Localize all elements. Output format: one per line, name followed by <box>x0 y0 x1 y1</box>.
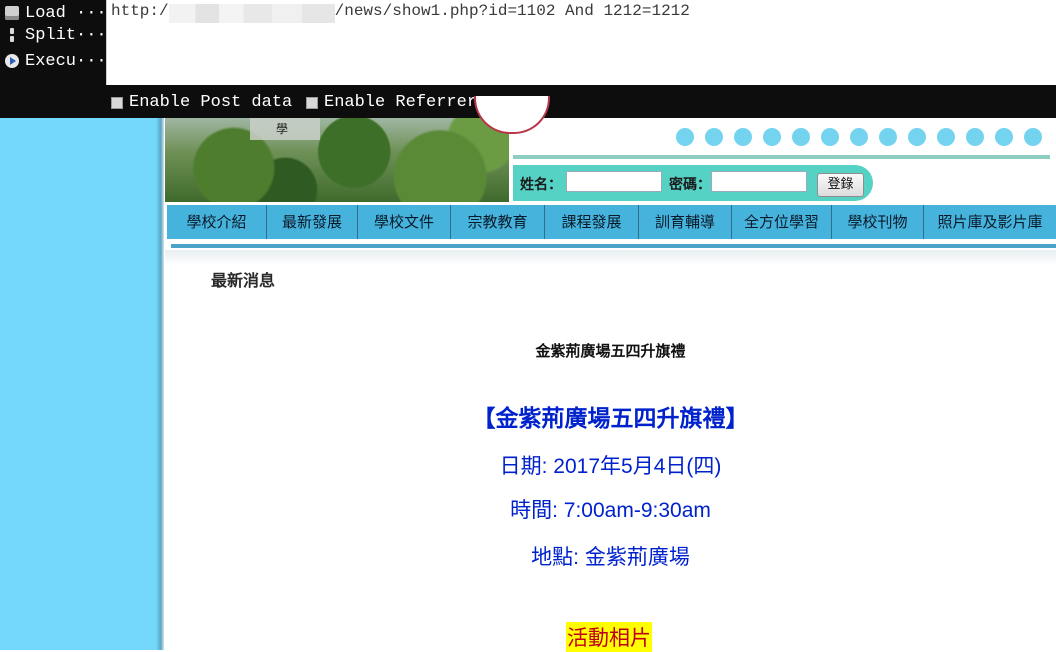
password-input[interactable] <box>711 171 807 192</box>
split-url-button[interactable]: Split··· <box>0 22 107 48</box>
main-nav: 學校介紹 最新發展 學校文件 宗教教育 課程發展 訓育輔導 全方位學習 學校刊物… <box>167 205 1056 239</box>
article-date: 日期: 2017年5月4日(四) <box>499 455 722 478</box>
decorative-dot <box>879 128 897 146</box>
section-heading: 最新消息 <box>211 271 276 290</box>
url-prefix: http:/ <box>111 2 169 20</box>
load-url-label: Load ··· <box>25 3 107 23</box>
decorative-dot <box>734 128 752 146</box>
url-suffix: /news/show1.php?id=1102 And 1212=1212 <box>334 2 690 20</box>
decorative-dot <box>821 128 839 146</box>
nav-item-about[interactable]: 學校介紹 <box>167 205 267 239</box>
header-divider <box>513 155 1050 159</box>
login-button[interactable]: 登錄 <box>817 173 864 197</box>
username-input[interactable] <box>566 171 662 192</box>
post-data-checkbox-box[interactable] <box>111 96 123 109</box>
nav-item-guidance[interactable]: 訓育輔導 <box>639 205 732 239</box>
banner-sign-text: 學 <box>276 122 289 136</box>
article-place: 地點: 金紫荊廣場 <box>531 546 690 569</box>
decorative-dot <box>966 128 984 146</box>
username-label: 姓名： <box>520 177 562 193</box>
content-top-shadow <box>165 250 1056 266</box>
hackbar-panel: Load ··· Split··· Execu··· <box>0 0 107 85</box>
redacted-host <box>169 4 335 23</box>
decorative-dot <box>676 128 694 146</box>
side-stripe-shadow <box>156 118 164 650</box>
nav-item-religious-education[interactable]: 宗教教育 <box>451 205 545 239</box>
decorative-dot <box>763 128 781 146</box>
enable-post-data-checkbox[interactable]: Enable Post data <box>111 93 292 112</box>
decorative-dot <box>937 128 955 146</box>
decorative-dot <box>792 128 810 146</box>
nav-item-curriculum[interactable]: 課程發展 <box>545 205 639 239</box>
split-icon <box>5 28 19 42</box>
article-title: 金紫荊廣場五四升旗禮 <box>535 342 686 360</box>
nav-item-publications[interactable]: 學校刊物 <box>832 205 924 239</box>
nav-underline <box>171 244 1056 248</box>
url-textarea[interactable]: http:/ /news/show1.php?id=1102 And 1212=1… <box>106 0 1056 85</box>
decorative-dot <box>1024 128 1042 146</box>
referrer-checkbox-box[interactable] <box>306 96 318 109</box>
article-headline: 【金紫荊廣場五四升旗禮】 <box>472 405 749 431</box>
post-data-label: Enable Post data <box>129 93 293 112</box>
decorative-dot <box>908 128 926 146</box>
banner-photo <box>165 118 509 202</box>
execute-button[interactable]: Execu··· <box>0 48 107 74</box>
nav-item-documents[interactable]: 學校文件 <box>358 205 451 239</box>
decorative-dot <box>705 128 723 146</box>
decorative-dot <box>850 128 868 146</box>
nav-item-gallery[interactable]: 照片庫及影片庫 <box>924 205 1056 239</box>
execute-label: Execu··· <box>25 51 107 71</box>
side-stripe <box>0 118 160 650</box>
execute-icon <box>5 54 19 68</box>
load-icon <box>5 6 19 20</box>
referrer-label: Enable Referrer <box>324 93 478 112</box>
password-label: 密碼： <box>669 177 711 193</box>
activity-photos-link[interactable]: 活動相片 <box>566 622 652 652</box>
nav-item-news[interactable]: 最新發展 <box>267 205 358 239</box>
enable-referrer-checkbox[interactable]: Enable Referrer <box>306 93 477 112</box>
split-url-label: Split··· <box>25 25 107 45</box>
nav-item-all-round-learning[interactable]: 全方位學習 <box>732 205 832 239</box>
decorative-dot <box>995 128 1013 146</box>
article-time: 時間: 7:00am-9:30am <box>510 499 711 522</box>
decorative-dots <box>676 128 1042 146</box>
